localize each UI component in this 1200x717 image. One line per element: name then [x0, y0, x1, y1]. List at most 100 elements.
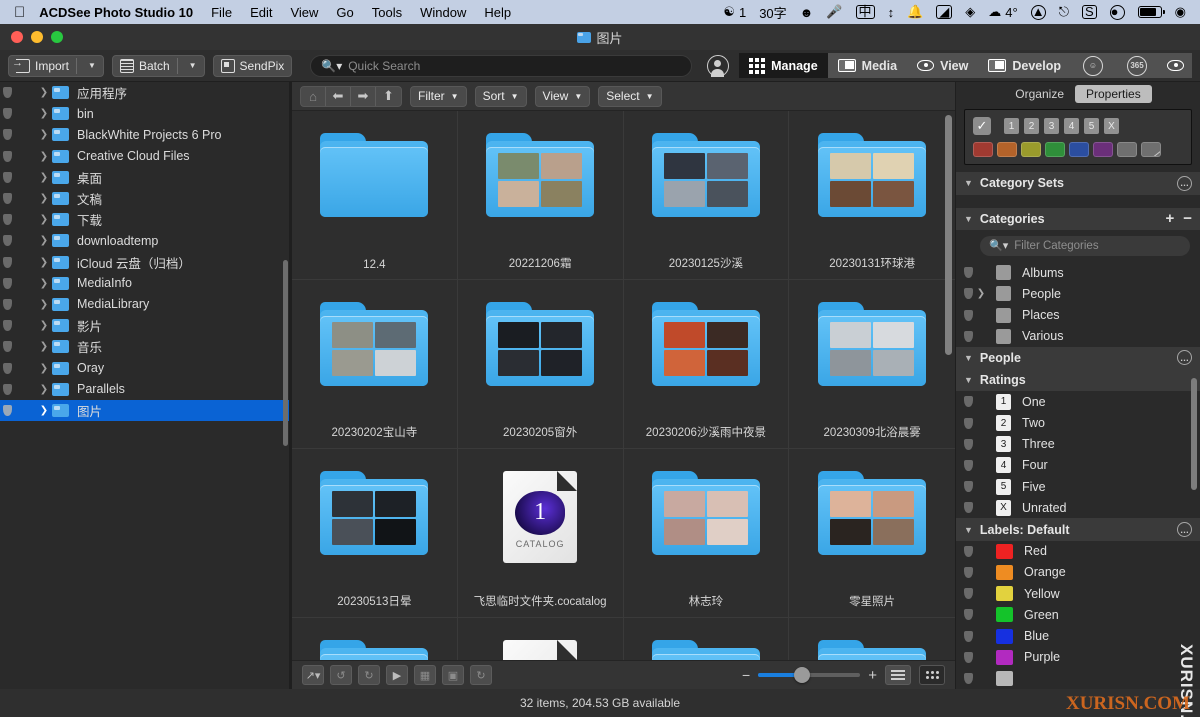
wifi-icon[interactable]: ◉	[1175, 4, 1186, 20]
section-ratings[interactable]: ▼ Ratings	[956, 369, 1200, 392]
sidebar-item-8[interactable]: ❯ iCloud 云盘（归档）	[0, 252, 292, 273]
sidebar-item-9[interactable]: ❯ MediaInfo	[0, 273, 292, 294]
grid-scrollbar[interactable]	[945, 115, 952, 355]
chevron-right-icon[interactable]: ❯	[36, 299, 52, 310]
thumbnail-cell[interactable]: 20230205窗外	[457, 280, 624, 449]
more-options-icon[interactable]: …	[1177, 522, 1192, 538]
thumbnail-cell[interactable]: 20230131环球港	[789, 111, 955, 280]
rating-1-button[interactable]: 1	[1004, 118, 1019, 135]
menu-file[interactable]: File	[211, 5, 232, 20]
sidebar-item-7[interactable]: ❯ downloadtemp	[0, 230, 292, 251]
thumbnail-grid[interactable]: 12.4 20221206霜 20230125沙溪 20230131环球港 202302…	[292, 111, 955, 660]
label-swatches[interactable]	[973, 142, 1183, 158]
chevron-down-icon[interactable]: ▼	[88, 61, 96, 70]
label-color-swatch[interactable]	[996, 543, 1013, 559]
refresh-icon[interactable]: ↻	[470, 665, 492, 685]
category-checkbox[interactable]	[996, 286, 1011, 302]
label-swatch-6[interactable]	[1117, 142, 1137, 158]
sidebar-item-5[interactable]: ❯ 文稿	[0, 188, 292, 209]
thumbnail-cell[interactable]	[624, 618, 790, 660]
rating-row[interactable]: 4 Four	[956, 455, 1200, 476]
notification-bell-icon[interactable]: 🔔	[907, 4, 923, 20]
chevron-right-icon[interactable]: ❯	[36, 257, 52, 268]
thumbnail-cell[interactable]: 20230206沙溪雨中夜景	[623, 280, 790, 449]
section-categories[interactable]: ▼ Categories + −	[956, 207, 1200, 230]
messages-icon[interactable]: ☯ 1	[723, 4, 746, 20]
thumbnail-cell[interactable]: 20230202宝山寺	[292, 280, 458, 449]
label-swatch-7[interactable]	[1141, 142, 1161, 158]
chevron-right-icon[interactable]: ❯	[36, 193, 52, 204]
chevron-right-icon[interactable]: ❯	[973, 288, 989, 299]
section-category-sets[interactable]: ▼ Category Sets …	[956, 172, 1200, 195]
slideshow-icon[interactable]: ▶	[386, 665, 408, 685]
chevron-right-icon[interactable]: ❯	[36, 172, 52, 183]
battery-icon[interactable]	[1137, 6, 1165, 18]
tab-organize[interactable]: Organize	[1004, 85, 1075, 103]
panel-scrollbar[interactable]	[1191, 378, 1197, 490]
home-icon[interactable]: ⌂	[301, 86, 326, 106]
rotate-right-icon[interactable]: ↻	[358, 665, 380, 685]
view-button[interactable]: View ▼	[534, 85, 591, 107]
category-row[interactable]: Various	[956, 326, 1200, 347]
thumbnail-cell[interactable]: 20230309北浴晨雾	[789, 280, 955, 449]
label-swatch-0[interactable]	[973, 142, 993, 158]
tab-develop[interactable]: Develop	[978, 53, 1071, 78]
sidebar-item-10[interactable]: ❯ MediaLibrary	[0, 294, 292, 315]
thumbnail-cell[interactable]: 1CATALOG	[458, 618, 624, 660]
chevron-right-icon[interactable]: ❯	[36, 278, 52, 289]
label-color-swatch[interactable]	[996, 670, 1013, 686]
sidebar-item-1[interactable]: ❯ bin	[0, 103, 292, 124]
edit-eye-button[interactable]	[1159, 53, 1192, 78]
folder-tree[interactable]: ❯ 应用程序 ❯ bin ❯ BlackWhite Projects 6 Pro ❯ Crea…	[0, 82, 292, 689]
zoom-slider[interactable]	[758, 667, 861, 683]
chevron-right-icon[interactable]: ❯	[36, 108, 52, 119]
user-account-icon[interactable]: ●	[1109, 4, 1125, 20]
more-options-icon[interactable]: …	[1177, 175, 1192, 191]
back-icon[interactable]: ⬅	[326, 86, 351, 106]
thumbnail-cell[interactable]: 20230513日晕	[292, 449, 458, 618]
sidebar-item-14[interactable]: ❯ Parallels	[0, 379, 292, 400]
365-button[interactable]: 365	[1115, 53, 1159, 78]
label-row[interactable]: Purple	[956, 647, 1200, 668]
label-row[interactable]: Red	[956, 541, 1200, 562]
chevron-right-icon[interactable]: ❯	[36, 214, 52, 225]
thumbnail-cell[interactable]	[292, 618, 458, 660]
label-row[interactable]: Green	[956, 604, 1200, 625]
label-row[interactable]: Blue	[956, 625, 1200, 646]
label-row[interactable]: Yellow	[956, 583, 1200, 604]
category-row[interactable]: Places	[956, 304, 1200, 325]
sidebar-item-13[interactable]: ❯ Oray	[0, 357, 292, 378]
forward-icon[interactable]: ➡	[351, 86, 376, 106]
label-swatch-3[interactable]	[1045, 142, 1065, 158]
up-icon[interactable]: ⬆	[376, 87, 401, 106]
remove-category-icon[interactable]: −	[1183, 210, 1192, 227]
zoom-out-button[interactable]: −	[742, 667, 750, 683]
rating-5-button[interactable]: 5	[1084, 118, 1099, 135]
label-row[interactable]: Orange	[956, 562, 1200, 583]
rating-3-button[interactable]: 3	[1044, 118, 1059, 135]
sidebar-item-2[interactable]: ❯ BlackWhite Projects 6 Pro	[0, 124, 292, 145]
people-button[interactable]: ☺	[1071, 53, 1115, 78]
label-color-swatch[interactable]	[996, 586, 1013, 602]
chevron-right-icon[interactable]: ❯	[36, 363, 52, 374]
external-editor-icon[interactable]: ↗▾	[302, 665, 324, 685]
sogou-icon[interactable]: S	[1081, 5, 1097, 19]
label-swatch-4[interactable]	[1069, 142, 1089, 158]
sidebar-item-0[interactable]: ❯ 应用程序	[0, 82, 292, 103]
rotate-left-icon[interactable]: ↺	[330, 665, 352, 685]
input-source-icon[interactable]: 中	[855, 5, 875, 19]
tab-manage[interactable]: Manage	[739, 53, 828, 78]
sidebar-item-15[interactable]: ❯ 图片	[0, 399, 292, 421]
zoom-in-button[interactable]: +	[868, 667, 877, 684]
category-row[interactable]: Albums	[956, 262, 1200, 283]
dropbox-icon[interactable]: ◈	[965, 4, 975, 20]
sidebar-item-11[interactable]: ❯ 影片	[0, 315, 292, 336]
tab-properties[interactable]: Properties	[1075, 84, 1152, 103]
tab-media[interactable]: Media	[827, 53, 908, 78]
menu-edit[interactable]: Edit	[250, 5, 272, 20]
zoom-slider-handle[interactable]	[794, 667, 811, 683]
chevron-right-icon[interactable]: ❯	[36, 320, 52, 331]
filter-button[interactable]: Filter ▼	[410, 85, 467, 107]
tab-view[interactable]: View	[907, 53, 979, 78]
chevron-down-icon[interactable]: ▼	[189, 61, 197, 70]
